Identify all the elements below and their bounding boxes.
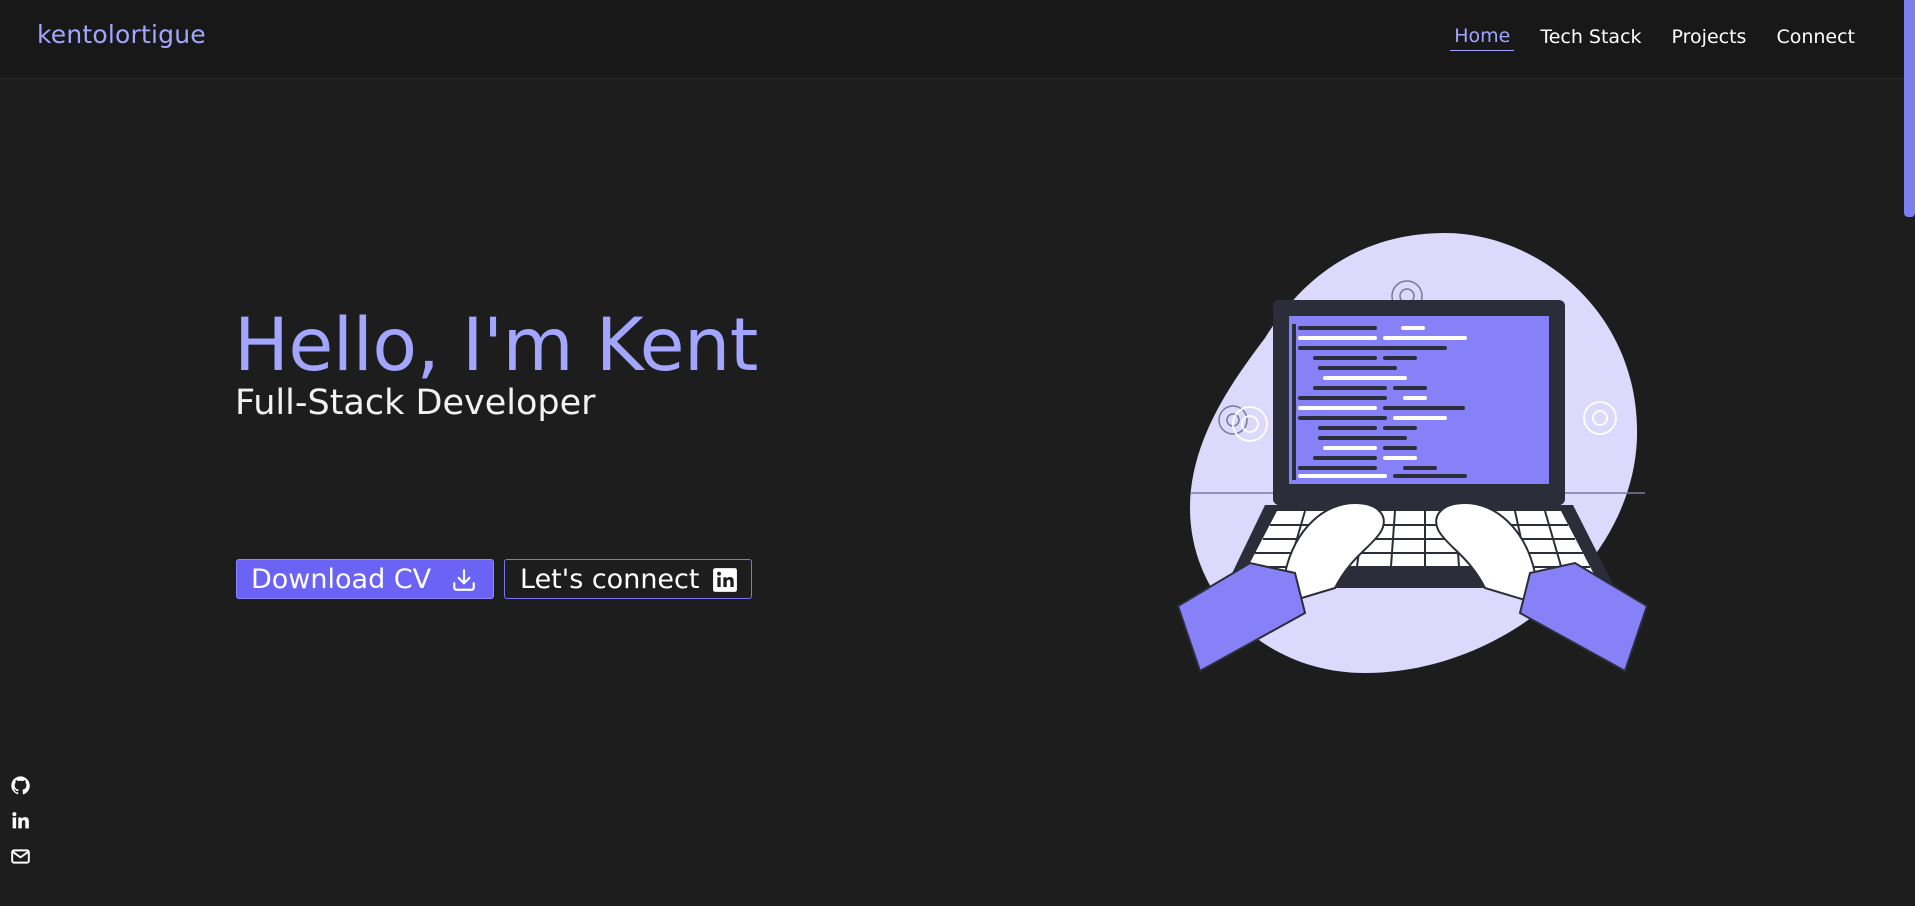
page-scrollbar[interactable] <box>1904 0 1915 906</box>
linkedin-icon <box>713 568 737 592</box>
nav-item-tech-stack[interactable]: Tech Stack <box>1536 26 1645 51</box>
lets-connect-button[interactable]: Let's connect <box>504 559 752 599</box>
brand-logo[interactable]: kentolortigue <box>37 20 206 49</box>
nav-links: Home Tech Stack Projects Connect <box>1450 25 1859 51</box>
mail-icon[interactable] <box>10 846 31 867</box>
nav-item-connect[interactable]: Connect <box>1772 26 1859 51</box>
github-icon[interactable] <box>10 775 31 796</box>
hero-subtitle: Full-Stack Developer <box>235 383 596 423</box>
developer-laptop-illustration <box>1176 233 1649 673</box>
nav-item-projects[interactable]: Projects <box>1668 26 1751 51</box>
hero-title: Hello, I'm Kent <box>234 303 758 388</box>
download-cv-label: Download CV <box>251 563 432 595</box>
lets-connect-label: Let's connect <box>520 563 700 595</box>
nav-item-home[interactable]: Home <box>1450 25 1515 51</box>
linkedin-icon[interactable] <box>10 810 31 831</box>
download-cv-button[interactable]: Download CV <box>236 559 494 599</box>
scrollbar-thumb[interactable] <box>1904 0 1915 217</box>
top-navbar: kentolortigue Home Tech Stack Projects C… <box>0 0 1904 79</box>
download-icon <box>453 569 475 591</box>
